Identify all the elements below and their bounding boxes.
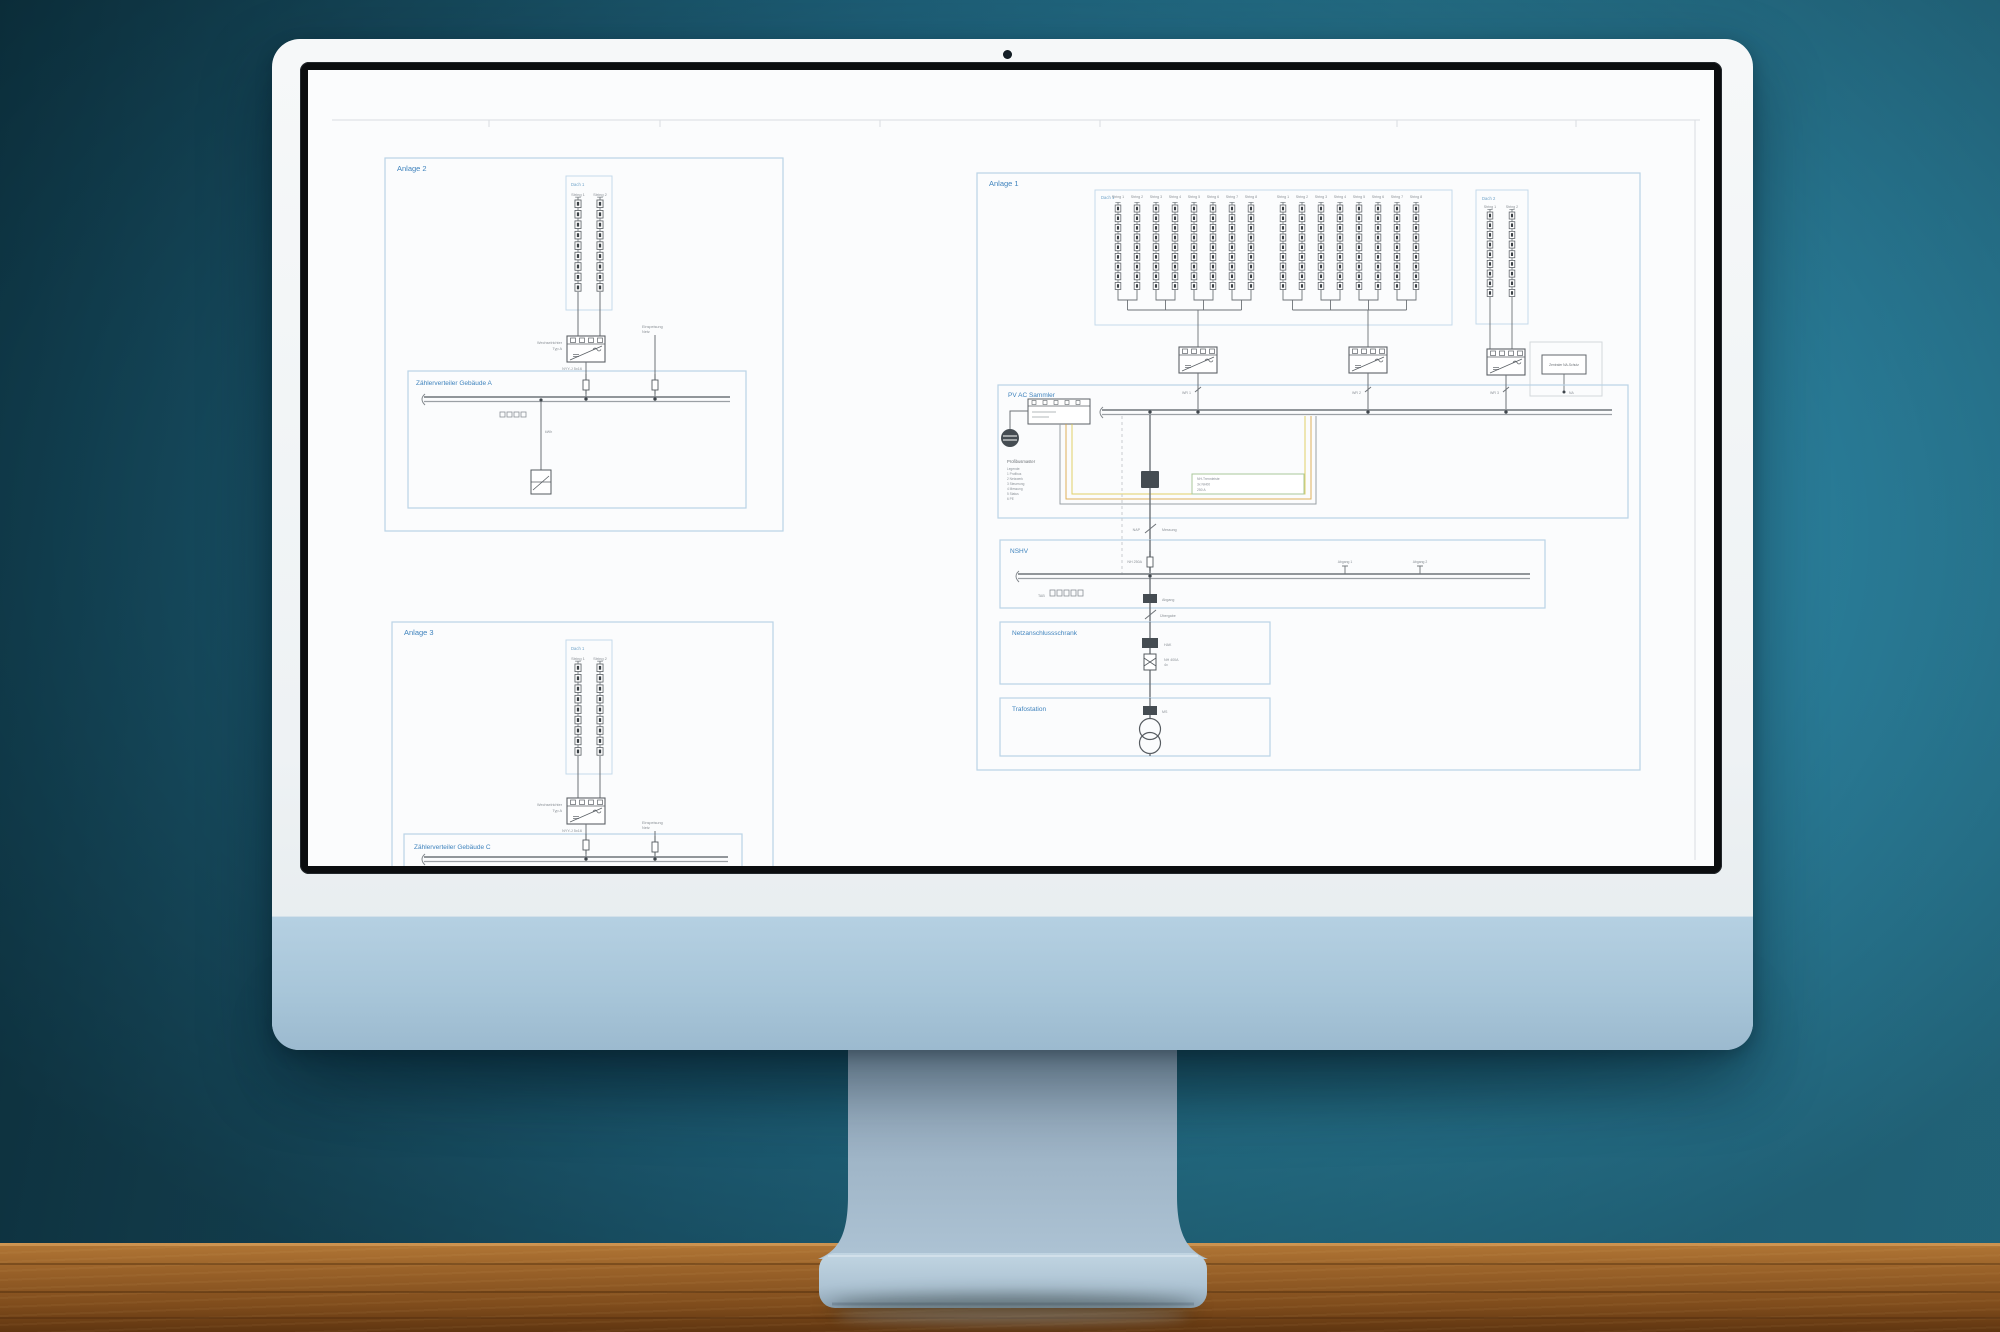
anlage2-bus-box-title: Zählerverteiler Gebäude A — [416, 380, 493, 387]
string-label: String 1 — [1112, 195, 1124, 199]
na-schutz-label: Zentraler NA-Schutz — [1549, 363, 1579, 367]
tab-label: TAB — [1038, 594, 1045, 598]
meter-label: kWh — [545, 430, 552, 434]
pv-string-icon — [1509, 209, 1515, 296]
gap1-right-label: Messung — [1162, 528, 1177, 532]
string-label: String 1 — [1484, 205, 1496, 209]
pv-string-icon — [1487, 209, 1493, 296]
schematic-canvas[interactable]: Anlage 2 Dach 1 String 1 String 2 Wechse… — [308, 70, 1714, 866]
inverter-icon — [567, 798, 605, 824]
string-label: String 1 — [571, 656, 586, 661]
anlage3-roof-label: Dach 1 — [571, 646, 585, 651]
pv-string-icon — [575, 661, 581, 755]
anlage3-title: Anlage 3 — [404, 628, 434, 637]
string-label: String 2 — [1131, 195, 1143, 199]
stand-reflection — [836, 1308, 1188, 1324]
string-label: String 8 — [1410, 195, 1422, 199]
wr-label: WR 1 — [1182, 391, 1191, 395]
anlage3-bus-box-title: Zählerverteiler Gebäude C — [414, 844, 491, 851]
grid-connection-title: Netzanschlussschrank — [1012, 630, 1078, 637]
pv-string-icon — [575, 197, 581, 291]
anlage2-roof-label: Dach 1 — [571, 182, 585, 187]
inverter-icon — [1487, 349, 1525, 375]
string-label: String 1 — [571, 192, 586, 197]
inverter-icon — [1349, 347, 1387, 373]
legend-line: 3 Steuerung — [1007, 482, 1025, 486]
string-label: String 8 — [1245, 195, 1257, 199]
imac-stand — [780, 1038, 1240, 1332]
string-label: String 3 — [1150, 195, 1162, 199]
connector-block-icon — [1143, 594, 1157, 603]
legend-line: 4 Messung — [1007, 487, 1023, 491]
note-line: NH-Trennleiste — [1197, 477, 1220, 481]
wr-label: WR 3 — [1490, 391, 1499, 395]
nshv-breaker-label: NH 250A — [1127, 560, 1142, 564]
feed-label: Einspeisung — [642, 325, 663, 329]
legend-line: 6 PE — [1007, 497, 1014, 501]
inverter-label: Typ A — [553, 347, 563, 351]
trafo-title: Trafostation — [1012, 706, 1046, 713]
inverter-label: Typ A — [553, 809, 563, 813]
wr-label: WR 2 — [1352, 391, 1361, 395]
note-line: 3x NH00 — [1197, 483, 1210, 487]
inverter-icon — [1179, 347, 1217, 373]
anlage1-roof2-label: Dach 2 — [1482, 196, 1496, 201]
scene: Anlage 2 Dach 1 String 1 String 2 Wechse… — [0, 0, 2000, 1332]
feed-label: Netz — [642, 826, 650, 830]
string-label: String 1 — [1277, 195, 1289, 199]
string-label: String 2 — [1506, 205, 1518, 209]
string-label: String 6 — [1372, 195, 1384, 199]
string-label: String 5 — [1353, 195, 1365, 199]
stub-label: Abgang 1 — [1338, 560, 1353, 564]
string-label: String 2 — [1296, 195, 1308, 199]
inverter-label: Wechselrichter — [537, 803, 563, 807]
legend-line: 2 Netzwerk — [1007, 477, 1023, 481]
ms-label: MS — [1162, 710, 1168, 714]
pv-string-icon — [597, 197, 603, 291]
pv-string-icon — [597, 661, 603, 755]
webcam-dot — [1003, 50, 1012, 59]
connector-block-icon — [1142, 638, 1158, 648]
anlage1-title: Anlage 1 — [989, 179, 1019, 188]
string-label: String 7 — [1226, 195, 1238, 199]
controller-title: Profibusmaster — [1007, 459, 1036, 464]
cable-label: NYY-J 5x16 — [562, 367, 582, 371]
cable-label: NYY-J 5x16 — [562, 829, 582, 833]
nshv-title: NSHV — [1010, 548, 1029, 555]
string-label: String 7 — [1391, 195, 1403, 199]
pv-ac-sammler-title: PV AC Sammler — [1008, 392, 1056, 399]
hak-label: HAK — [1164, 643, 1172, 647]
outgoing-label: Abgang — [1162, 598, 1174, 602]
fuse-label: NH 400A — [1164, 658, 1179, 662]
string-label: String 3 — [1315, 195, 1327, 199]
feed-label: Netz — [642, 330, 650, 334]
inverter-icon — [567, 336, 605, 362]
note-line: 250 A — [1197, 488, 1206, 492]
string-label: String 5 — [1188, 195, 1200, 199]
string-label: String 6 — [1207, 195, 1219, 199]
legend-line: 1 Profibus — [1007, 472, 1022, 476]
connector-block-icon — [1143, 706, 1157, 715]
na-node — [1563, 391, 1566, 394]
na-drop-label: NA — [1569, 391, 1574, 395]
nh-block-icon — [1141, 471, 1159, 488]
string-label: String 2 — [593, 656, 608, 661]
gap2-label: Übergabe — [1160, 614, 1176, 618]
inverter-label: Wechselrichter — [537, 341, 563, 345]
string-label: String 4 — [1334, 195, 1346, 199]
legend-line: Legende: — [1007, 467, 1020, 471]
gap1-left-label: NAP — [1133, 528, 1141, 532]
imac-chin — [272, 916, 1753, 1050]
stand-neck — [818, 1038, 1208, 1259]
legend-line: 5 Status — [1007, 492, 1019, 496]
stub-label: Abgang 2 — [1413, 560, 1428, 564]
string-label: String 4 — [1169, 195, 1181, 199]
fuse-label: 4x — [1164, 663, 1168, 667]
string-label: String 2 — [593, 192, 608, 197]
anlage2-title: Anlage 2 — [397, 164, 427, 173]
meter-icon — [1001, 429, 1019, 447]
feed-label: Einspeisung — [642, 821, 663, 825]
